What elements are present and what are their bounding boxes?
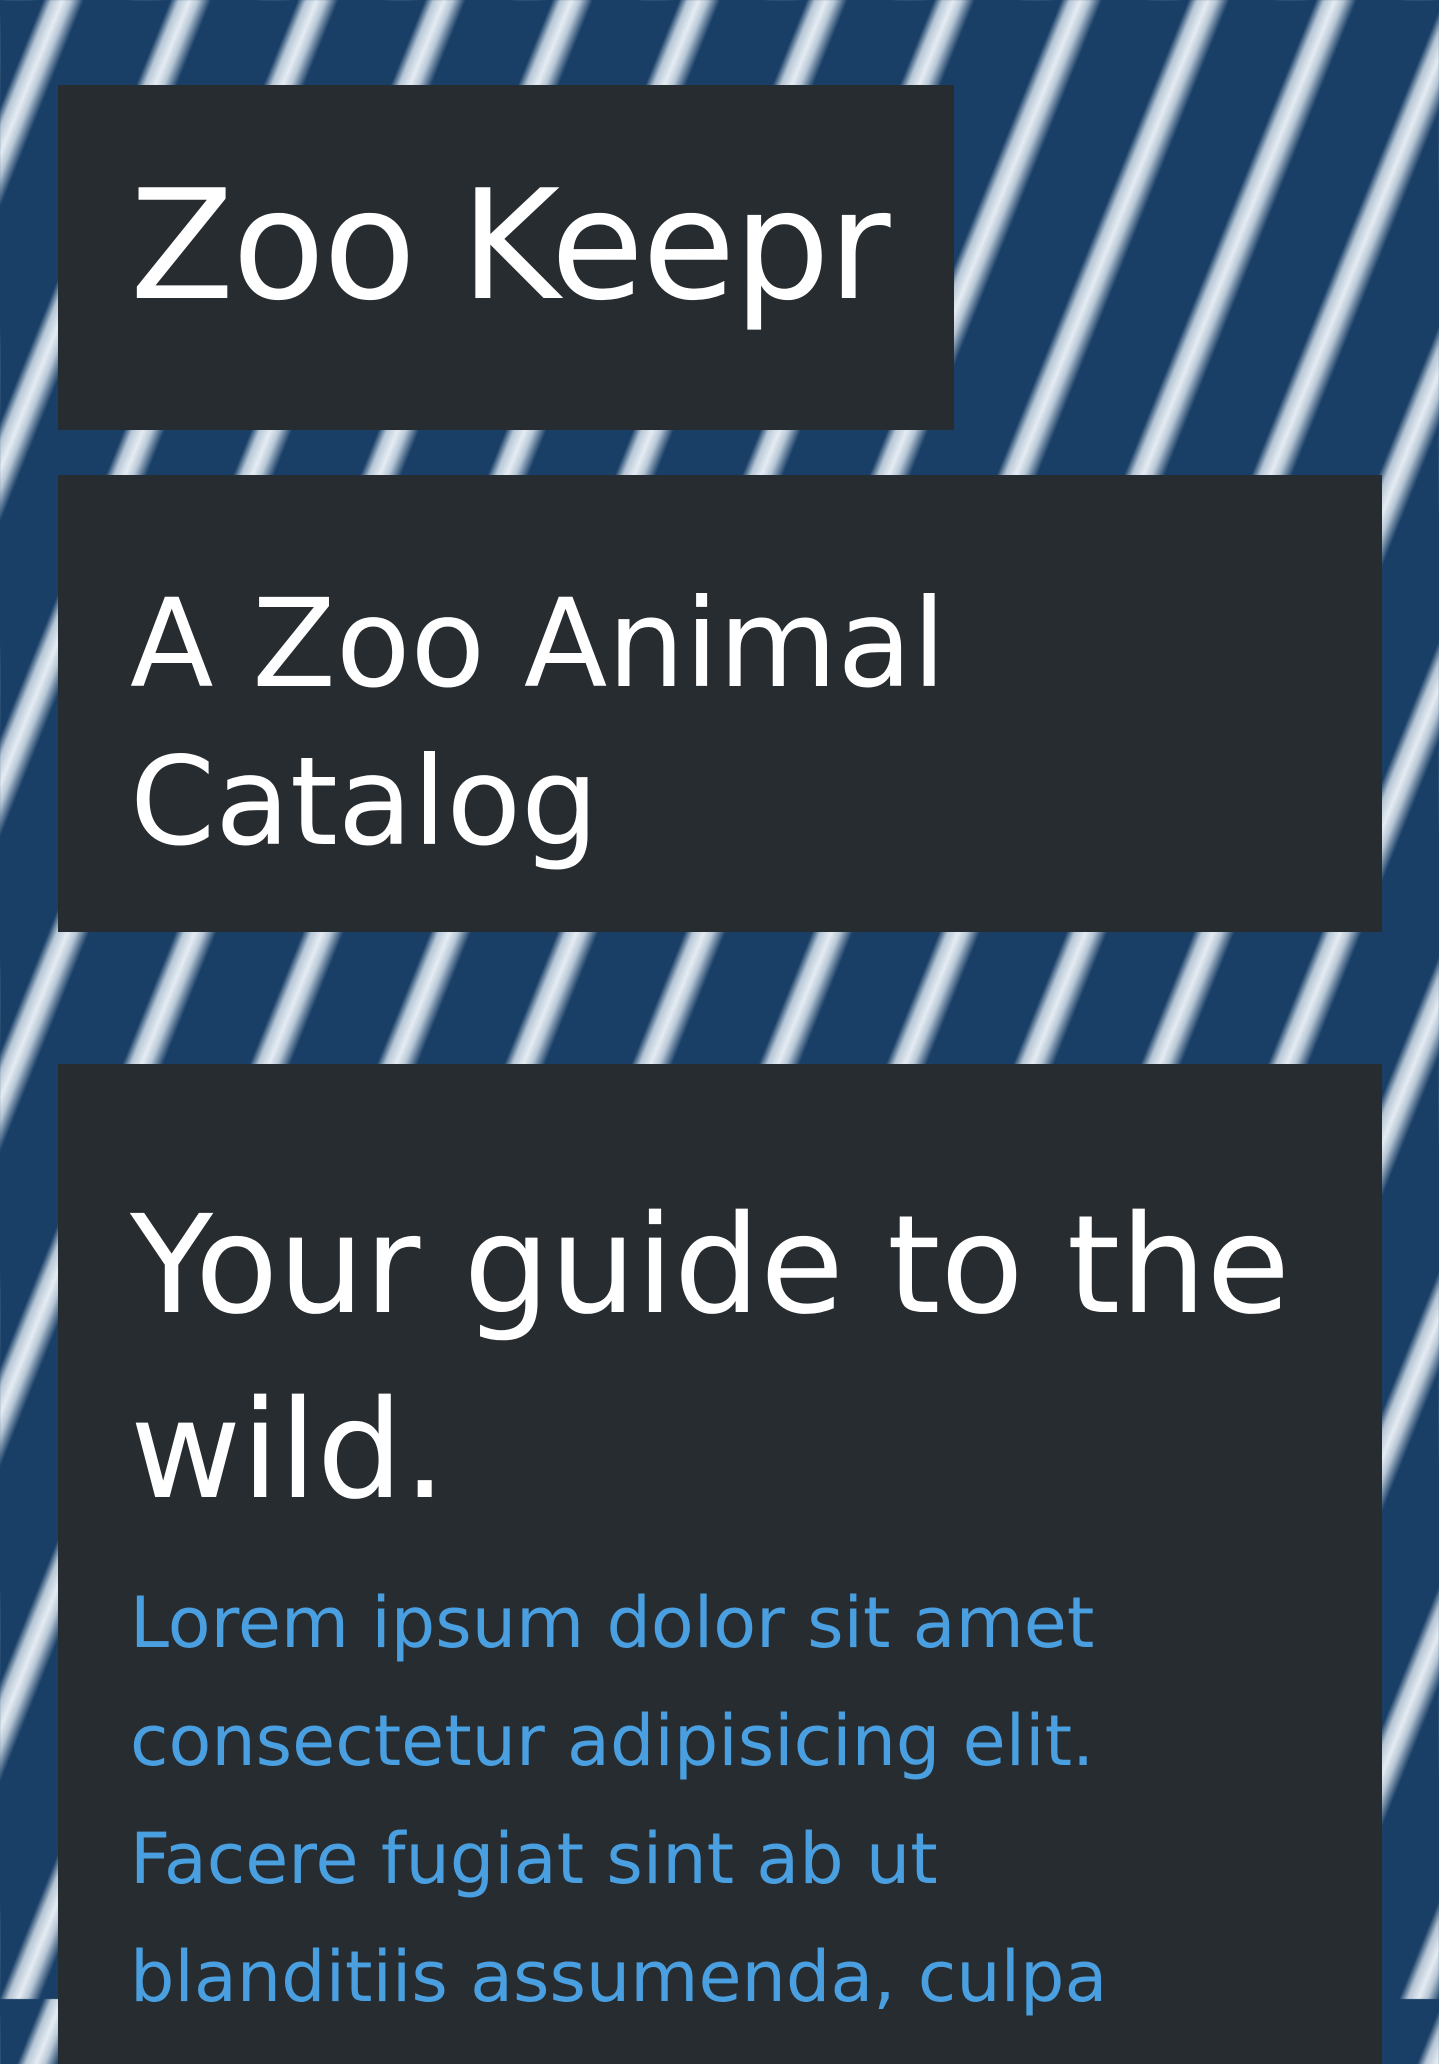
brand-panel: Zoo Keepr (58, 85, 954, 430)
site-title[interactable]: Zoo Keepr (130, 169, 891, 322)
hero-body-text: Lorem ipsum dolor sit amet consectetur a… (130, 1582, 1108, 2018)
hero-panel: Your guide to the wild. Lorem ipsum dolo… (58, 1064, 1382, 2064)
site-subtitle: A Zoo Animal Catalog (130, 573, 947, 873)
hero-heading: Your guide to the wild. (130, 1187, 1291, 1530)
subtitle-panel: A Zoo Animal Catalog (58, 475, 1382, 932)
